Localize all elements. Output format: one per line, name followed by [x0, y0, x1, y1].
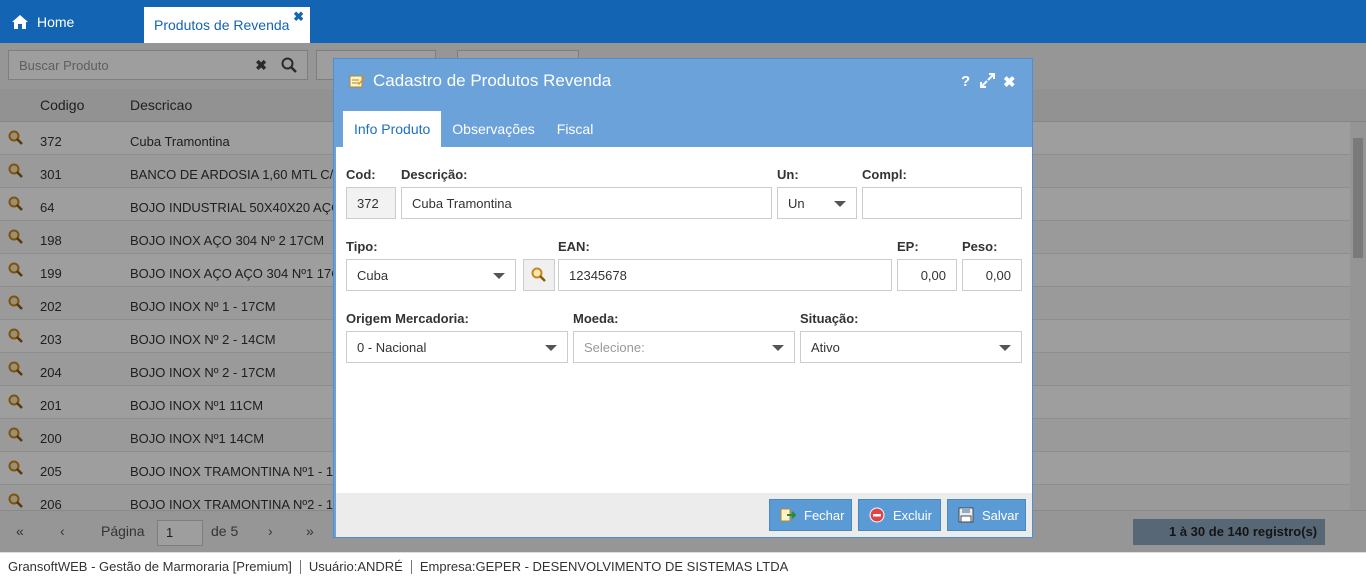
home-tab-label: Home	[37, 13, 75, 30]
fechar-button[interactable]: Fechar	[769, 499, 852, 531]
situacao-value: Ativo	[811, 340, 840, 355]
status-user: Usuário:ANDRÉ	[308, 559, 403, 574]
help-icon[interactable]: ?	[961, 73, 970, 90]
exit-icon	[780, 508, 796, 522]
situacao-select[interactable]: Ativo	[800, 331, 1022, 363]
home-tab[interactable]: Home	[0, 0, 144, 43]
modal-body: Cod: Descrição: Un: Compl: 372 Cuba Tram…	[336, 147, 1032, 493]
compl-label: Compl:	[862, 167, 907, 182]
ean-label: EAN:	[558, 239, 590, 254]
tab-fiscal[interactable]: Fiscal	[546, 111, 605, 147]
ep-label: EP:	[897, 239, 919, 254]
situacao-label: Situação:	[800, 311, 859, 326]
modal-title: Cadastro de Produtos Revenda	[349, 71, 611, 91]
un-select[interactable]: Un	[777, 187, 857, 219]
tab-info-produto[interactable]: Info Produto	[343, 111, 442, 147]
tab-label: Produtos de Revenda	[154, 17, 290, 33]
product-modal: Cadastro de Produtos Revenda ? ✖ Info Pr…	[333, 58, 1033, 538]
moeda-label: Moeda:	[573, 311, 619, 326]
peso-field[interactable]: 0,00	[962, 259, 1022, 291]
origem-label: Origem Mercadoria:	[346, 311, 469, 326]
salvar-label: Salvar	[982, 507, 1019, 523]
excluir-label: Excluir	[893, 507, 933, 523]
origem-value: 0 - Nacional	[357, 340, 427, 355]
modal-tabs: Info Produto Observações Fiscal	[343, 111, 604, 147]
tipo-lookup-button[interactable]	[523, 259, 555, 291]
tab-observacoes[interactable]: Observações	[441, 111, 545, 147]
chevron-down-icon	[772, 345, 784, 351]
tipo-label: Tipo:	[346, 239, 378, 254]
modal-title-text: Cadastro de Produtos Revenda	[373, 71, 612, 90]
home-icon	[12, 14, 28, 29]
un-label: Un:	[777, 167, 799, 182]
close-tab-icon[interactable]: ✖	[293, 9, 304, 25]
edit-form-icon	[349, 75, 365, 88]
excluir-button[interactable]: Excluir	[858, 499, 941, 531]
ean-field[interactable]: 12345678	[558, 259, 892, 291]
status-app: GransoftWEB - Gestão de Marmoraria [Prem…	[8, 559, 292, 574]
status-company: Empresa:GEPER - DESENVOLVIMENTO DE SISTE…	[419, 559, 789, 574]
modal-footer: Fechar Excluir Salvar	[336, 493, 1032, 537]
close-icon[interactable]: ✖	[1003, 73, 1016, 91]
moeda-select[interactable]: Selecione:	[573, 331, 795, 363]
search-icon	[531, 267, 546, 282]
cod-field: 372	[346, 187, 396, 219]
status-bar: GransoftWEB - Gestão de Marmoraria [Prem…	[0, 552, 1366, 580]
peso-label: Peso:	[962, 239, 998, 254]
maximize-icon[interactable]	[980, 73, 995, 88]
chevron-down-icon	[834, 201, 846, 207]
status-divider	[410, 559, 412, 574]
ep-field[interactable]: 0,00	[897, 259, 957, 291]
descricao-label: Descrição:	[401, 167, 468, 182]
salvar-button[interactable]: Salvar	[947, 499, 1026, 531]
un-value: Un	[788, 196, 805, 211]
origem-select[interactable]: 0 - Nacional	[346, 331, 568, 363]
status-divider	[299, 559, 301, 574]
fechar-label: Fechar	[804, 507, 845, 523]
delete-icon	[869, 507, 885, 523]
top-navigation-bar: Home Produtos de Revenda ✖	[0, 0, 1366, 43]
tipo-value: Cuba	[357, 268, 389, 283]
tab-produtos-revenda[interactable]: Produtos de Revenda ✖	[144, 7, 310, 43]
chevron-down-icon	[999, 345, 1011, 351]
cod-label: Cod:	[346, 167, 376, 182]
moeda-placeholder: Selecione:	[584, 340, 645, 355]
save-icon	[958, 507, 974, 523]
chevron-down-icon	[493, 273, 505, 279]
tipo-select[interactable]: Cuba	[346, 259, 516, 291]
compl-field[interactable]	[862, 187, 1022, 219]
chevron-down-icon	[545, 345, 557, 351]
descricao-field[interactable]: Cuba Tramontina	[401, 187, 772, 219]
